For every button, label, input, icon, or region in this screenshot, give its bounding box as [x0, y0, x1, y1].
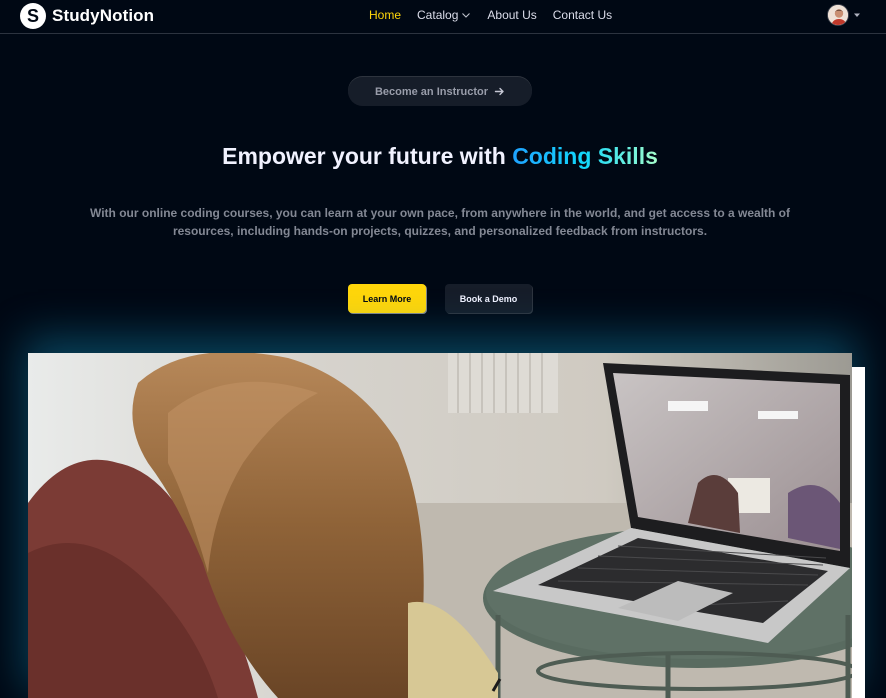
avatar[interactable] — [827, 4, 849, 26]
arrow-right-icon — [494, 87, 504, 96]
nav-about-us[interactable]: About Us — [487, 8, 536, 22]
profile-menu[interactable] — [827, 4, 861, 26]
nav-home[interactable]: Home — [369, 8, 401, 22]
caret-down-icon[interactable] — [853, 11, 861, 19]
hero-title-prefix: Empower your future with — [222, 143, 513, 169]
nav-contact-label: Contact Us — [552, 8, 613, 22]
nav-about-label: About Us — [487, 8, 537, 22]
book-a-demo-label: Book a Demo — [459, 293, 518, 304]
nav-links: Home Catalog About Us Contact Us — [369, 8, 612, 22]
brand-name: StudyNotion — [52, 6, 155, 25]
hero-title: Empower your future with Coding Skills — [0, 143, 880, 170]
become-instructor-label: Become an Instructor — [374, 85, 489, 98]
user-avatar-icon — [828, 5, 848, 25]
navbar: S StudyNotion Home Catalog About Us Cont… — [0, 0, 886, 34]
video-frame-image — [28, 353, 852, 698]
book-a-demo-button[interactable]: Book a Demo — [445, 284, 532, 313]
hero-video[interactable] — [28, 353, 852, 698]
brand-logo[interactable]: S StudyNotion — [20, 3, 154, 29]
hero-subtitle: With our online coding courses, you can … — [89, 206, 791, 238]
learn-more-button[interactable]: Learn More — [348, 284, 426, 313]
become-instructor-button[interactable]: Become an Instructor — [348, 77, 532, 106]
nav-contact-us[interactable]: Contact Us — [553, 8, 612, 22]
hero-title-highlight: Coding Skills — [512, 143, 658, 169]
chevron-down-icon — [462, 13, 471, 18]
nav-catalog-label: Catalog — [417, 8, 459, 22]
nav-home-label: Home — [369, 8, 402, 22]
nav-catalog[interactable]: Catalog — [417, 8, 471, 22]
studynotion-logo-icon: S — [20, 3, 46, 29]
learn-more-label: Learn More — [362, 293, 412, 304]
